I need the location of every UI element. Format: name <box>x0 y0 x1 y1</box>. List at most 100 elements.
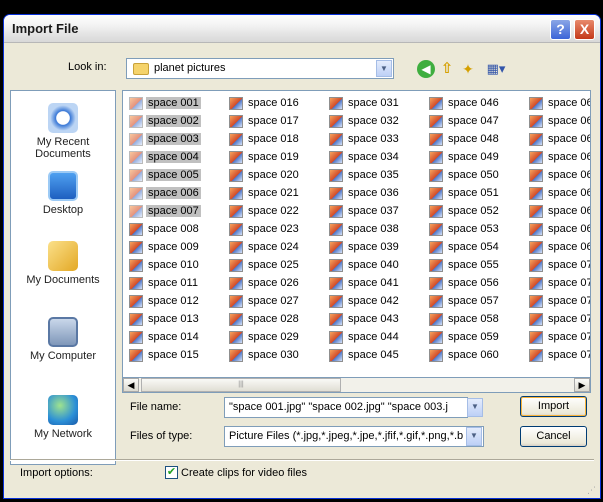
file-item[interactable]: space 006 <box>129 184 201 202</box>
file-item[interactable]: space 023 <box>229 220 301 238</box>
file-item[interactable]: space 07: <box>529 292 590 310</box>
chevron-down-icon[interactable]: ▼ <box>376 60 392 77</box>
look-in-select[interactable]: planet pictures ▼ <box>126 58 394 79</box>
file-item[interactable]: space 044 <box>329 328 401 346</box>
file-item[interactable]: space 06- <box>529 148 590 166</box>
file-item[interactable]: space 054 <box>429 238 501 256</box>
back-icon[interactable]: ◀ <box>417 60 435 78</box>
file-item[interactable]: space 038 <box>329 220 401 238</box>
import-button[interactable]: Import <box>520 396 587 417</box>
file-item[interactable]: space 016 <box>229 94 301 112</box>
file-item[interactable]: space 021 <box>229 184 301 202</box>
new-folder-icon[interactable]: ✦ <box>459 60 477 78</box>
file-item[interactable]: space 06( <box>529 184 590 202</box>
file-type-select[interactable]: Picture Files (*.jpg,*.jpeg,*.jpe,*.jfif… <box>224 426 484 447</box>
file-item[interactable]: space 025 <box>229 256 301 274</box>
file-item[interactable]: space 055 <box>429 256 501 274</box>
file-item[interactable]: space 042 <box>329 292 401 310</box>
file-item[interactable]: space 06' <box>529 238 590 256</box>
file-item[interactable]: space 019 <box>229 148 301 166</box>
file-item[interactable]: space 06: <box>529 112 590 130</box>
file-item[interactable]: space 06! <box>529 166 590 184</box>
file-item[interactable]: space 020 <box>229 166 301 184</box>
file-item[interactable]: space 032 <box>329 112 401 130</box>
file-name-dropdown-icon[interactable]: ▼ <box>467 398 483 417</box>
horizontal-scrollbar[interactable]: ◀ ||| ▶ <box>122 377 591 393</box>
file-type-dropdown-icon[interactable]: ▼ <box>466 427 482 446</box>
file-item[interactable]: space 002 <box>129 112 201 130</box>
file-item[interactable]: space 059 <box>429 328 501 346</box>
file-item[interactable]: space 030 <box>229 346 301 364</box>
file-item[interactable]: space 058 <box>429 310 501 328</box>
place-desktop[interactable]: Desktop <box>11 171 115 216</box>
file-item[interactable]: space 07! <box>529 346 590 364</box>
file-name-input[interactable]: "space 001.jpg" "space 002.jpg" "space 0… <box>224 397 468 418</box>
file-item[interactable]: space 039 <box>329 238 401 256</box>
file-item[interactable]: space 014 <box>129 328 201 346</box>
file-item[interactable]: space 056 <box>429 274 501 292</box>
file-item[interactable]: space 003 <box>129 130 201 148</box>
file-item[interactable]: space 028 <box>229 310 301 328</box>
file-item[interactable]: space 029 <box>229 328 301 346</box>
up-folder-icon[interactable]: ⇧ <box>438 60 456 78</box>
file-item[interactable]: space 035 <box>329 166 401 184</box>
file-item[interactable]: space 06' <box>529 202 590 220</box>
file-list[interactable]: space 001 space 002 space 003 space 004 spac… <box>122 90 591 391</box>
file-item[interactable]: space 011 <box>129 274 201 292</box>
file-item[interactable]: space 06: <box>529 130 590 148</box>
file-item[interactable]: space 060 <box>429 346 501 364</box>
file-item[interactable]: space 013 <box>129 310 201 328</box>
file-item[interactable]: space 043 <box>329 310 401 328</box>
views-menu-icon[interactable]: ▦▾ <box>484 60 508 78</box>
file-item[interactable]: space 051 <box>429 184 501 202</box>
file-item[interactable]: space 057 <box>429 292 501 310</box>
file-item[interactable]: space 045 <box>329 346 401 364</box>
scroll-right-icon[interactable]: ▶ <box>574 378 590 392</box>
file-item[interactable]: space 052 <box>429 202 501 220</box>
file-item[interactable]: space 007 <box>129 202 201 220</box>
file-item[interactable]: space 034 <box>329 148 401 166</box>
file-item[interactable]: space 036 <box>329 184 401 202</box>
file-item[interactable]: space 048 <box>429 130 501 148</box>
file-item[interactable]: space 005 <box>129 166 201 184</box>
scroll-thumb[interactable]: ||| <box>141 378 341 392</box>
file-item[interactable]: space 047 <box>429 112 501 130</box>
create-clips-checkbox[interactable]: ✔ <box>165 466 178 479</box>
file-item[interactable]: space 07 <box>529 274 590 292</box>
file-item[interactable]: space 050 <box>429 166 501 184</box>
file-item[interactable]: space 041 <box>329 274 401 292</box>
file-item[interactable]: space 015 <box>129 346 201 364</box>
place-my-computer[interactable]: My Computer <box>11 317 115 362</box>
scroll-left-icon[interactable]: ◀ <box>123 378 139 392</box>
file-item[interactable]: space 027 <box>229 292 301 310</box>
file-item[interactable]: space 07- <box>529 328 590 346</box>
file-item[interactable]: space 009 <box>129 238 201 256</box>
file-item[interactable]: space 022 <box>229 202 301 220</box>
create-clips-label[interactable]: Create clips for video files <box>181 467 307 479</box>
file-item[interactable]: space 053 <box>429 220 501 238</box>
file-item[interactable]: space 040 <box>329 256 401 274</box>
file-item[interactable]: space 037 <box>329 202 401 220</box>
file-item[interactable]: space 06 <box>529 94 590 112</box>
file-item[interactable]: space 004 <box>129 148 201 166</box>
file-item[interactable]: space 046 <box>429 94 501 112</box>
close-button[interactable]: X <box>574 19 595 40</box>
help-button[interactable]: ? <box>550 19 571 40</box>
file-item[interactable]: space 017 <box>229 112 301 130</box>
file-item[interactable]: space 049 <box>429 148 501 166</box>
file-item[interactable]: space 031 <box>329 94 401 112</box>
file-item[interactable]: space 06i <box>529 220 590 238</box>
file-item[interactable]: space 07( <box>529 256 590 274</box>
file-item[interactable]: space 012 <box>129 292 201 310</box>
file-item[interactable]: space 010 <box>129 256 201 274</box>
file-item[interactable]: space 008 <box>129 220 201 238</box>
file-item[interactable]: space 026 <box>229 274 301 292</box>
file-item[interactable]: space 018 <box>229 130 301 148</box>
place-my-network[interactable]: My Network <box>11 395 115 440</box>
place-my-documents[interactable]: My Documents <box>11 241 115 286</box>
file-item[interactable]: space 001 <box>129 94 201 112</box>
file-item[interactable]: space 07: <box>529 310 590 328</box>
file-item[interactable]: space 033 <box>329 130 401 148</box>
cancel-button[interactable]: Cancel <box>520 426 587 447</box>
file-item[interactable]: space 024 <box>229 238 301 256</box>
